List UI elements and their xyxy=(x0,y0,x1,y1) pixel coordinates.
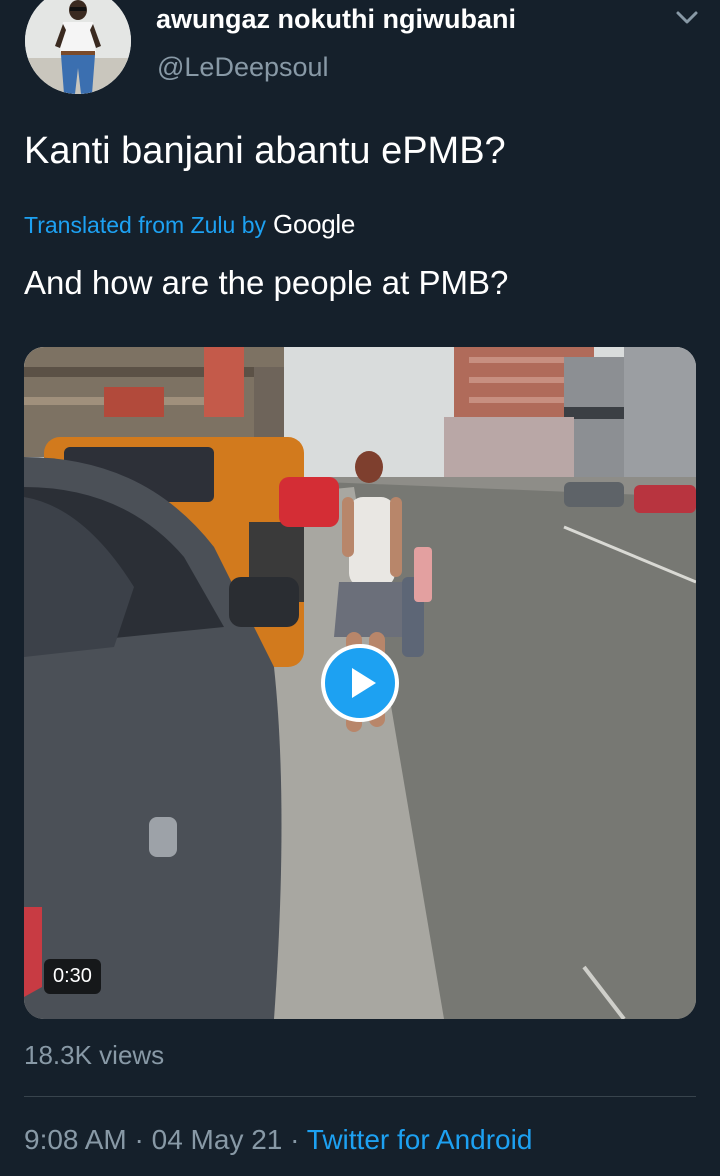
translated-from-label[interactable]: Translated from Zulu by xyxy=(24,212,266,239)
translation-attribution: Translated from Zulu by Google xyxy=(24,209,355,240)
tweet-time: 9:08 AM xyxy=(24,1124,127,1155)
tweet-metadata: 9:08 AM · 04 May 21 · Twitter for Androi… xyxy=(24,1124,532,1156)
tweet-detail: awungaz nokuthi ngiwubani @LeDeepsoul Ka… xyxy=(0,0,720,1176)
video-duration-badge: 0:30 xyxy=(44,959,101,994)
play-button[interactable] xyxy=(321,644,399,722)
tweet-source-link[interactable]: Twitter for Android xyxy=(307,1124,533,1155)
display-name[interactable]: awungaz nokuthi ngiwubani xyxy=(156,4,516,35)
tweet-date: 04 May 21 xyxy=(151,1124,283,1155)
divider xyxy=(24,1096,696,1097)
translated-text: And how are the people at PMB? xyxy=(24,264,509,301)
chevron-down-icon[interactable] xyxy=(672,6,702,30)
avatar[interactable] xyxy=(25,0,131,94)
avatar-photo-icon xyxy=(25,0,131,94)
meta-separator: · xyxy=(290,1124,300,1155)
user-handle[interactable]: @LeDeepsoul xyxy=(157,52,329,83)
tweet-text: Kanti banjani abantu ePMB? xyxy=(24,130,506,172)
meta-separator: · xyxy=(134,1124,144,1155)
google-logo: Google xyxy=(273,209,356,239)
video-player[interactable]: 0:30 xyxy=(24,347,696,1019)
view-count[interactable]: 18.3K views xyxy=(24,1040,164,1071)
play-icon xyxy=(352,668,376,698)
